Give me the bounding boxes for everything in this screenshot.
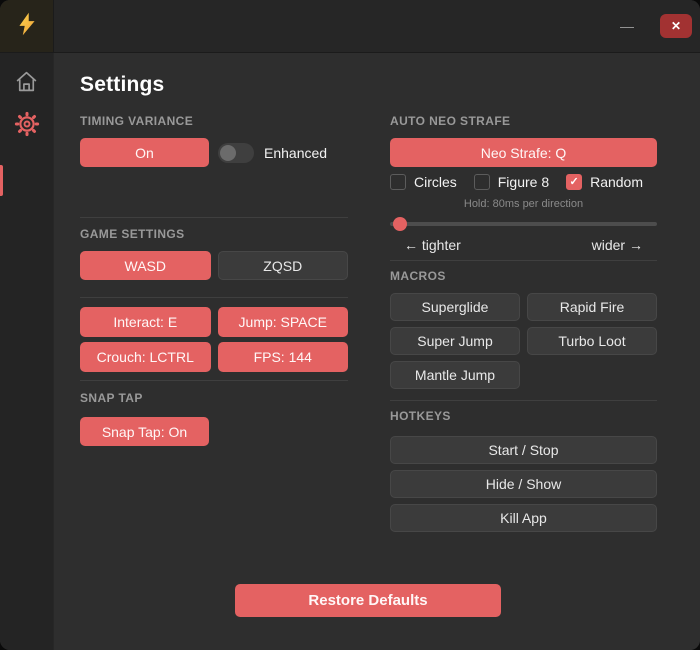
enhanced-toggle[interactable] [218,142,254,163]
minimize-button[interactable]: — [616,19,638,33]
snap-tap-label: SNAP TAP [80,391,143,405]
wider-label: wider → [591,237,643,253]
gear-icon [14,111,40,140]
mode-random-option: ✓ Random [566,174,643,190]
window-controls: — ✕ [616,0,700,52]
tighter-label: ← tighter [404,237,461,253]
hotkey-hide-show-button[interactable]: Hide / Show [390,470,657,498]
hold-duration-text: Hold: 80ms per direction [463,198,584,210]
layout-wasd-button[interactable]: WASD [80,251,211,280]
neo-strafe-key-button[interactable]: Neo Strafe: Q [390,138,657,167]
macro-mantle-jump-button[interactable]: Mantle Jump [390,361,520,389]
macro-rapid-fire-button[interactable]: Rapid Fire [527,293,657,321]
left-column: TIMING VARIANCE On Enhanced GAME SETTING… [80,114,348,532]
divider [80,380,348,381]
figure8-checkbox[interactable] [473,174,490,190]
home-icon [14,69,39,97]
lightning-bolt-icon [14,11,40,42]
circles-checkbox[interactable] [390,174,406,190]
right-column: AUTO NEO STRAFE Neo Strafe: Q Circles Fi… [390,114,657,532]
timing-variance-on-button[interactable]: On [80,138,209,167]
toggle-knob [220,144,236,161]
interact-keybind-button[interactable]: Interact: E [80,307,211,337]
divider [390,260,657,261]
hold-slider[interactable] [390,217,657,231]
hotkeys-label: HOTKEYS [390,409,451,423]
hotkey-kill-app-button[interactable]: Kill App [390,504,657,532]
app-logo [0,0,54,52]
app-window: — ✕ Settings TIMING VARIANCE On Enhanced… [0,0,700,650]
layout-zqsd-button[interactable]: ZQSD [217,251,348,280]
auto-neo-strafe-label: AUTO NEO STRAFE [390,114,511,128]
hold-slider-thumb[interactable] [392,217,407,231]
slider-range-labels: ← tighter wider → [390,237,657,253]
sidebar [0,53,54,650]
title-bar: — ✕ [0,0,700,53]
mode-circles-option: Circles [390,174,457,190]
title-bar-drag-area[interactable] [54,0,616,52]
close-button[interactable]: ✕ [660,14,692,38]
checkmark-icon: ✓ [569,175,579,188]
restore-defaults-button[interactable]: Restore Defaults [235,584,501,617]
macros-label: MACROS [390,269,446,283]
active-nav-indicator [0,165,3,196]
strafe-mode-options: Circles Figure 8 ✓ Random [390,174,657,190]
macro-turbo-loot-button[interactable]: Turbo Loot [527,327,657,355]
fps-button[interactable]: FPS: 144 [217,342,348,372]
random-label: Random [590,174,643,190]
random-checkbox[interactable]: ✓ [566,174,583,190]
snap-tap-button[interactable]: Snap Tap: On [80,417,209,446]
hold-slider-track[interactable] [390,222,657,226]
enhanced-label: Enhanced [264,144,328,161]
settings-page: Settings TIMING VARIANCE On Enhanced GAM… [54,53,700,650]
mode-figure8-option: Figure 8 [473,174,550,190]
timing-variance-label: TIMING VARIANCE [80,114,194,128]
divider [80,297,348,298]
game-settings-label: GAME SETTINGS [80,227,185,241]
figure8-label: Figure 8 [497,174,550,190]
close-icon: ✕ [670,19,682,33]
sidebar-item-settings[interactable] [0,104,53,146]
jump-keybind-button[interactable]: Jump: SPACE [217,307,348,337]
divider [390,400,657,401]
sidebar-item-home[interactable] [0,62,53,104]
macro-super-jump-button[interactable]: Super Jump [390,327,520,355]
divider [80,217,348,218]
hotkey-start-stop-button[interactable]: Start / Stop [390,436,657,464]
page-title: Settings [80,73,165,96]
macro-superglide-button[interactable]: Superglide [390,293,520,321]
crouch-keybind-button[interactable]: Crouch: LCTRL [80,342,211,372]
circles-label: Circles [414,174,457,190]
